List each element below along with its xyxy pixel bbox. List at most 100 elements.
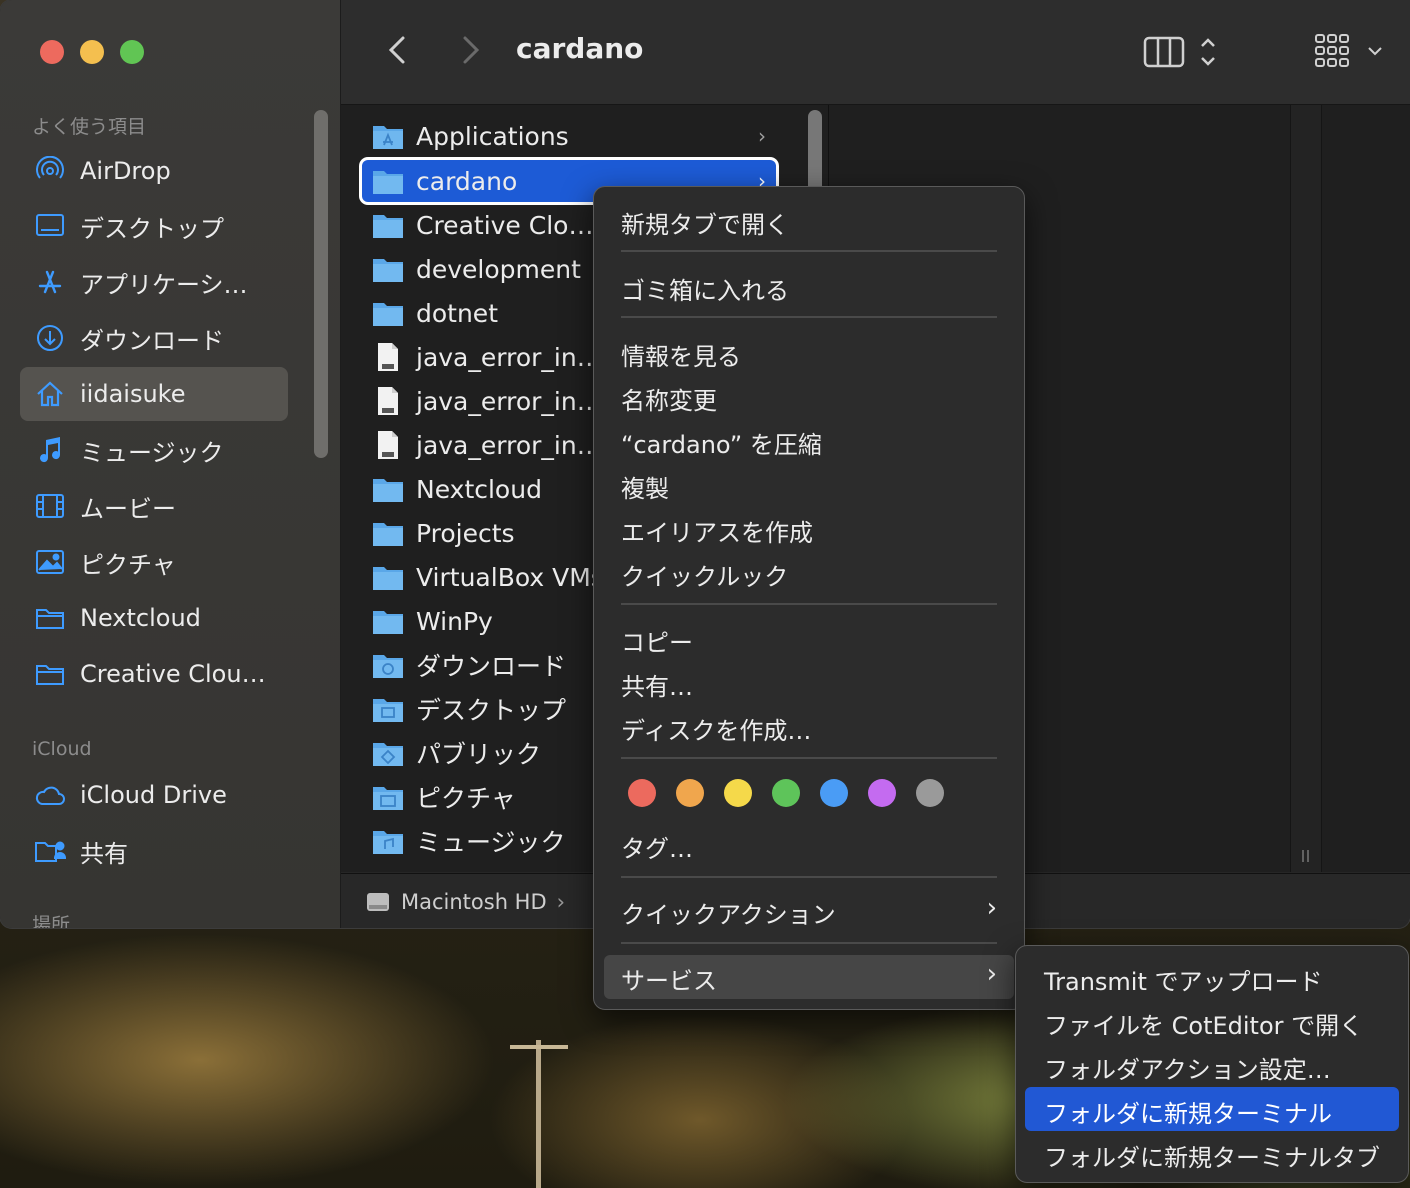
menu-separator — [621, 603, 997, 605]
file-label: development — [416, 254, 581, 284]
tag-gray-button[interactable] — [916, 779, 944, 807]
forward-button[interactable] — [449, 30, 489, 70]
shared-folder-icon — [34, 835, 66, 867]
folder-icon — [34, 602, 66, 634]
menu-item-rename[interactable]: 名称変更 — [621, 381, 717, 416]
sidebar-item-label: ダウンロード — [80, 326, 224, 355]
service-folder-actions-setup[interactable]: フォルダアクション設定… — [1044, 1050, 1331, 1085]
folder-icon — [372, 298, 404, 328]
movie-icon — [34, 490, 66, 522]
menu-item-quick-look[interactable]: クイックルック — [621, 557, 788, 592]
tag-red-button[interactable] — [628, 779, 656, 807]
locations-header: 場所 — [32, 914, 71, 928]
icloud-header: iCloud — [32, 738, 92, 760]
zoom-window-button[interactable] — [120, 40, 144, 64]
sidebar-item-applications[interactable]: アプリケーシ… — [20, 255, 288, 309]
minimize-window-button[interactable] — [80, 40, 104, 64]
file-label: パブリック — [416, 740, 542, 769]
tag-green-button[interactable] — [772, 779, 800, 807]
file-label: cardano — [416, 166, 518, 196]
path-item-disk[interactable]: Macintosh HD — [401, 890, 547, 914]
sidebar-item-shared[interactable]: 共有 — [20, 824, 288, 878]
hard-disk-icon — [365, 889, 391, 915]
folder-icon — [372, 254, 404, 284]
file-label: dotnet — [416, 298, 498, 328]
folder-icon — [372, 606, 404, 636]
sidebar-item-label: Nextcloud — [80, 604, 201, 632]
file-label: java_error_in… — [416, 386, 602, 416]
menu-separator — [621, 316, 997, 318]
utility-pole-crossbar — [510, 1045, 568, 1049]
sidebar-item-label: AirDrop — [80, 157, 171, 185]
file-label: ミュージック — [416, 828, 566, 857]
file-label: デスクトップ — [416, 696, 567, 725]
sidebar-item-creative-cloud[interactable]: Creative Clou… — [20, 647, 288, 701]
picture-icon — [34, 546, 66, 578]
folder-icon — [372, 166, 404, 196]
service-new-terminal-at-folder[interactable]: フォルダに新規ターミナル — [1044, 1094, 1332, 1129]
close-window-button[interactable] — [40, 40, 64, 64]
menu-item-label: サービス — [621, 967, 717, 995]
sidebar-item-label: アプリケーシ… — [80, 270, 248, 299]
sidebar-item-label: iidaisuke — [80, 380, 186, 408]
service-open-in-coteditor[interactable]: ファイルを CotEditor で開く — [1044, 1006, 1363, 1041]
sidebar-item-label: デスクトップ — [80, 214, 224, 243]
menu-separator — [621, 876, 997, 878]
file-label: WinPy — [416, 606, 493, 636]
music-icon — [34, 434, 66, 466]
menu-item-services[interactable]: サービス › — [621, 959, 997, 996]
service-new-terminal-tab-at-folder[interactable]: フォルダに新規ターミナルタブ — [1044, 1138, 1380, 1173]
menu-item-make-alias[interactable]: エイリアスを作成 — [621, 513, 813, 548]
menu-item-share[interactable]: 共有… — [621, 667, 693, 702]
file-label: Applications — [416, 121, 569, 151]
home-icon — [34, 378, 66, 410]
file-label: java_error_in… — [416, 430, 602, 460]
menu-item-open-new-tab[interactable]: 新規タブで開く — [621, 205, 789, 240]
tag-orange-button[interactable] — [676, 779, 704, 807]
folder-icon — [372, 474, 404, 504]
menu-item-copy[interactable]: コピー — [621, 623, 693, 658]
service-transmit-upload[interactable]: Transmit でアップロード — [1044, 962, 1323, 997]
menu-item-compress[interactable]: “cardano” を圧縮 — [621, 425, 822, 460]
tag-yellow-button[interactable] — [724, 779, 752, 807]
view-mode-button[interactable] — [1141, 34, 1221, 74]
file-label: ダウンロード — [416, 652, 567, 681]
sidebar-item-desktop[interactable]: デスクトップ — [20, 199, 288, 253]
group-by-button[interactable] — [1313, 32, 1383, 76]
sidebar-item-label: iCloud Drive — [80, 781, 227, 809]
menu-item-label: クイックアクション — [621, 901, 836, 929]
sidebar-item-movies[interactable]: ムービー — [20, 479, 288, 533]
back-button[interactable] — [379, 30, 419, 70]
applications-icon — [34, 266, 66, 298]
folder-icon — [372, 562, 404, 592]
menu-item-get-info[interactable]: 情報を見る — [621, 337, 741, 372]
context-menu: 新規タブで開く ゴミ箱に入れる 情報を見る 名称変更 “cardano” を圧縮… — [593, 186, 1025, 1010]
menu-item-duplicate[interactable]: 複製 — [621, 469, 669, 504]
sidebar-item-label: ミュージック — [80, 438, 224, 467]
menu-separator — [621, 757, 997, 759]
sidebar-item-icloud-drive[interactable]: iCloud Drive — [20, 768, 288, 822]
desktop-icon — [34, 210, 66, 242]
sidebar-scrollbar[interactable] — [314, 110, 328, 458]
menu-item-quick-actions[interactable]: クイックアクション › — [621, 893, 997, 930]
menu-separator — [621, 250, 997, 252]
tag-purple-button[interactable] — [868, 779, 896, 807]
menu-item-tags[interactable]: タグ… — [621, 829, 693, 864]
log-file-icon — [372, 342, 404, 372]
file-row-applications[interactable]: Applications › — [362, 115, 776, 157]
applications-folder-icon — [372, 121, 404, 151]
file-label: Creative Clo…4 — [416, 210, 610, 240]
folder-icon — [34, 658, 66, 690]
sidebar-item-airdrop[interactable]: AirDrop — [20, 144, 288, 198]
sidebar-item-downloads[interactable]: ダウンロード — [20, 311, 288, 365]
folder-icon — [372, 210, 404, 240]
sidebar-item-nextcloud[interactable]: Nextcloud — [20, 591, 288, 645]
sidebar-item-music[interactable]: ミュージック — [20, 423, 288, 477]
tag-blue-button[interactable] — [820, 779, 848, 807]
sidebar-item-home[interactable]: iidaisuke — [20, 367, 288, 421]
menu-item-move-to-trash[interactable]: ゴミ箱に入れる — [621, 271, 789, 306]
menu-item-create-disk[interactable]: ディスクを作成… — [621, 711, 811, 746]
column-resize-handle[interactable] — [1290, 105, 1322, 872]
file-label: Nextcloud — [416, 474, 542, 504]
sidebar-item-pictures[interactable]: ピクチャ — [20, 535, 288, 589]
